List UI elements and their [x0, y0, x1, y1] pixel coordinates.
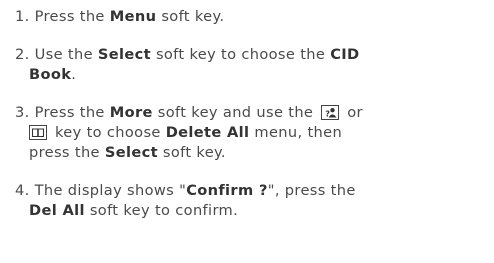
step-1-number: 1. [15, 8, 30, 25]
menu-key-label: Menu [109, 8, 157, 25]
step-4-text-b: ", press the [267, 182, 356, 199]
instruction-list: 1. Press the Menu soft key. 2. Use the S… [15, 7, 487, 221]
step-2-line-2: Book. [15, 65, 487, 85]
step-4-text-c: soft key to confirm. [84, 202, 239, 219]
step-3-line-1: 3. Press the More soft key and use the ?… [15, 103, 487, 123]
step-3: 3. Press the More soft key and use the ?… [15, 103, 487, 163]
step-2-line-1: 2. Use the Select soft key to choose the… [15, 45, 487, 65]
step-1-line-1: 1. Press the Menu soft key. [15, 7, 487, 27]
step-3-number: 3. [15, 104, 30, 121]
more-key-label: More [109, 104, 153, 121]
step-3-text-a: Press the [29, 104, 110, 121]
step-2-period: . [71, 66, 77, 83]
phonebook-person-key-icon: ? [321, 105, 340, 120]
confirm-prompt-label: Confirm ? [186, 182, 268, 199]
step-4-number: 4. [15, 182, 30, 199]
step-3-text-c: or [342, 104, 363, 121]
step-4: 4. The display shows "Confirm ?", press … [15, 181, 487, 221]
book-key-icon [29, 125, 47, 140]
del-all-key-label: Del All [29, 202, 85, 219]
step-1-text-b: soft key. [156, 8, 225, 25]
cid-label: CID [330, 46, 360, 63]
step-2-text-b: soft key to choose the [150, 46, 331, 63]
step-3-text-e: menu, then [249, 124, 343, 141]
step-3-line-3: press the Select soft key. [15, 143, 487, 163]
step-4-line-2: Del All soft key to confirm. [15, 201, 487, 221]
step-4-line-1: 4. The display shows "Confirm ?", press … [15, 181, 487, 201]
step-3-text-b: soft key and use the [152, 104, 319, 121]
step-3-text-d: key to choose [50, 124, 166, 141]
select-key-label-2: Select [104, 144, 158, 161]
delete-all-label: Delete All [165, 124, 250, 141]
step-3-line-2: key to choose Delete All menu, then [15, 123, 487, 143]
step-4-text-a: The display shows " [29, 182, 187, 199]
step-2-text-a: Use the [29, 46, 98, 63]
step-2: 2. Use the Select soft key to choose the… [15, 45, 487, 85]
step-3-text-g: soft key. [157, 144, 226, 161]
select-key-label: Select [97, 46, 151, 63]
step-3-text-f: press the [29, 144, 105, 161]
step-1: 1. Press the Menu soft key. [15, 7, 487, 27]
book-label: Book [29, 66, 72, 83]
step-1-text-a: Press the [29, 8, 110, 25]
step-2-number: 2. [15, 46, 30, 63]
